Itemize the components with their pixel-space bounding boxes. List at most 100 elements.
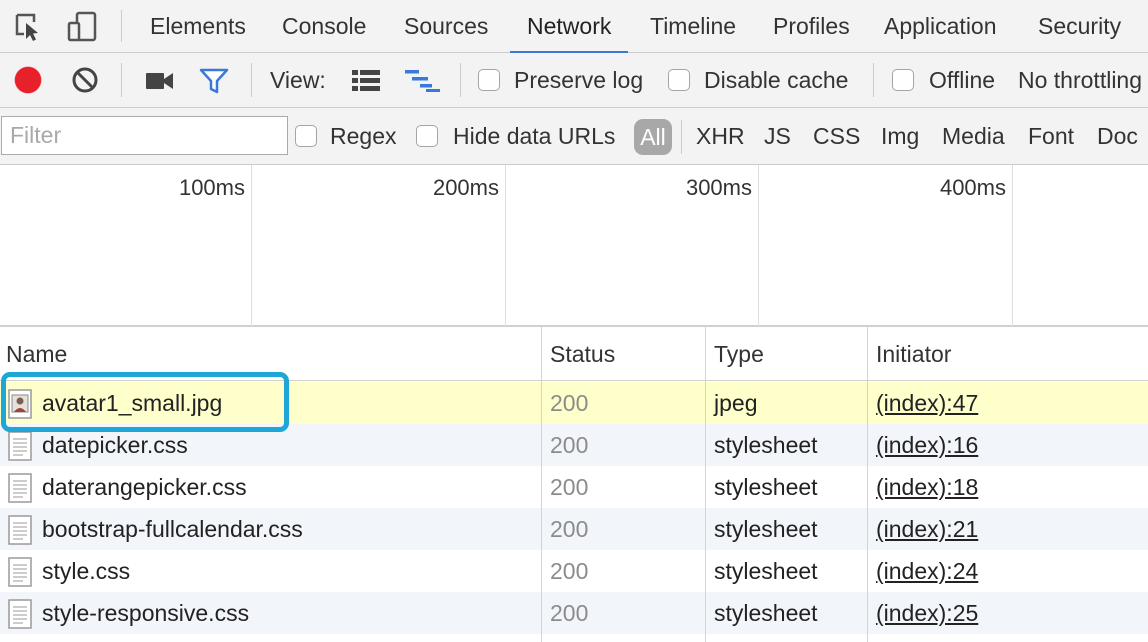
toolbar-divider [873,63,874,97]
record-icon[interactable] [13,65,43,100]
cell-status: 200 [550,558,589,584]
toolbar-divider [121,63,122,97]
column-header-initiator[interactable]: Initiator [870,327,951,381]
disable-cache-checkbox[interactable] [668,69,690,91]
clear-icon[interactable] [71,66,99,99]
cell-status: 200 [550,516,589,542]
overview-tick-label: 400ms [939,175,1006,200]
filter-divider [681,120,682,154]
filter-type-js[interactable]: JS [764,118,791,154]
toolbar-divider [251,63,252,97]
large-rows-icon[interactable] [351,68,381,97]
cell-name: daterangepicker.css [42,474,247,500]
cell-status: 200 [550,432,589,458]
cell-name: datepicker.css [42,432,188,458]
tab-bar-divider [121,10,122,42]
regex-checkbox[interactable] [295,125,317,147]
column-header-name[interactable]: Name [0,327,67,381]
tab-console[interactable]: Console [265,0,383,53]
cell-type: stylesheet [714,558,818,584]
view-label: View: [270,67,326,93]
filter-type-media[interactable]: Media [942,118,1005,154]
cell-status: 200 [550,600,589,626]
filter-type-all[interactable]: All [634,119,672,155]
tab-network[interactable]: Network [510,0,629,54]
tab-security[interactable]: Security [1021,0,1138,53]
overview-gridline [505,165,506,327]
network-filter-bar: Regex Hide data URLs All XHR JS CSS Img … [0,108,1148,165]
table-row[interactable]: style.css 200 stylesheet (index):24 [0,550,1148,592]
hide-data-urls-checkbox[interactable] [416,125,438,147]
devtools-tab-bar: Elements Console Sources Network Timelin… [0,0,1148,54]
hide-data-urls-label: Hide data URLs [453,123,616,149]
device-toolbar-icon[interactable] [66,10,98,42]
filter-icon[interactable] [199,67,229,100]
cell-name: style-responsive.css [42,600,250,626]
cell-name: bootstrap-fullcalendar.css [42,516,303,542]
column-divider [867,327,868,642]
image-file-icon [8,389,32,419]
filter-type-img[interactable]: Img [881,118,919,154]
disable-cache-label: Disable cache [704,67,849,93]
offline-checkbox[interactable] [892,69,914,91]
overview-waterfall-icon[interactable] [404,68,442,97]
document-file-icon [8,515,32,545]
overview-tick-label: 100ms [178,175,245,200]
requests-table: Name Status Type Initiator avatar1_small… [0,327,1148,642]
column-header-type[interactable]: Type [708,327,764,381]
cell-name: avatar1_small.jpg [42,390,223,416]
cell-type: stylesheet [714,474,818,500]
filter-type-xhr[interactable]: XHR [696,118,745,154]
regex-label: Regex [330,123,397,149]
cell-initiator-link[interactable]: (index):21 [876,508,978,550]
cell-name: style.css [42,558,131,584]
cell-type: stylesheet [714,516,818,542]
tab-application[interactable]: Application [867,0,1014,53]
document-file-icon [8,431,32,461]
document-file-icon [8,557,32,587]
column-divider [705,327,706,642]
tab-sources[interactable]: Sources [387,0,505,53]
network-overview[interactable]: 100ms 200ms 300ms 400ms [0,165,1148,327]
document-file-icon [8,599,32,629]
tab-timeline[interactable]: Timeline [633,0,753,53]
filter-input[interactable] [1,116,288,155]
table-row[interactable]: avatar1_small.jpg 200 jpeg (index):47 [0,382,1148,424]
cell-type: stylesheet [714,432,818,458]
tab-profiles[interactable]: Profiles [756,0,867,53]
cell-type: stylesheet [714,600,818,626]
requests-table-header: Name Status Type Initiator [0,327,1148,381]
filter-type-doc[interactable]: Doc [1097,118,1138,154]
offline-label: Offline [929,67,996,93]
filter-type-font[interactable]: Font [1028,118,1074,154]
overview-tick-label: 200ms [432,175,499,200]
preserve-log-checkbox[interactable] [478,69,500,91]
throttling-select[interactable]: No throttling [1018,66,1142,94]
table-row[interactable]: bootstrap-fullcalendar.css 200 stylesheet (… [0,508,1148,550]
cell-type: jpeg [714,390,758,416]
preserve-log-label: Preserve log [514,67,644,93]
table-row[interactable]: daterangepicker.css 200 stylesheet (index):… [0,466,1148,508]
cell-initiator-link[interactable]: (index):18 [876,466,978,508]
column-divider [541,327,542,642]
document-file-icon [8,473,32,503]
overview-gridline [1012,165,1013,327]
cell-status: 200 [550,474,589,500]
table-row[interactable]: style-responsive.css 200 stylesheet (index)… [0,592,1148,634]
cell-status: 200 [550,390,589,416]
cell-initiator-link[interactable]: (index):16 [876,424,978,466]
tab-elements[interactable]: Elements [133,0,263,53]
filter-type-css[interactable]: CSS [813,118,860,154]
overview-tick-label: 300ms [685,175,752,200]
overview-gridline [758,165,759,327]
toolbar-divider [460,63,461,97]
overview-gridline [251,165,252,327]
inspect-element-icon[interactable] [12,10,44,42]
table-row[interactable]: datepicker.css 200 stylesheet (index):16 [0,424,1148,466]
column-header-status[interactable]: Status [544,327,615,381]
cell-initiator-link[interactable]: (index):47 [876,382,978,424]
cell-initiator-link[interactable]: (index):24 [876,550,978,592]
cell-initiator-link[interactable]: (index):25 [876,592,978,634]
network-toolbar: View: Preserve log Disable cache Offline… [0,53,1148,108]
capture-screenshots-icon[interactable] [145,70,175,97]
